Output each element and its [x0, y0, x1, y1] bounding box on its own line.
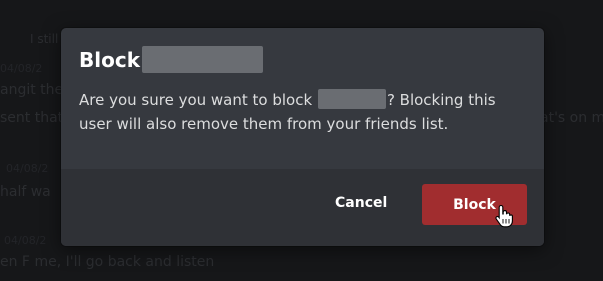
hand-pointer-cursor-icon	[495, 204, 513, 228]
modal-footer: Cancel Block	[61, 169, 544, 246]
cancel-button[interactable]: Cancel	[335, 195, 387, 211]
modal-message-part1: Are you sure you want to block	[79, 91, 313, 109]
redacted-username	[142, 46, 263, 73]
redacted-username-inline	[317, 89, 386, 109]
block-user-modal: Block Are you sure you want to block ? B…	[61, 28, 544, 246]
modal-message: Are you sure you want to block ? Blockin…	[79, 88, 529, 136]
modal-title-text: Block	[79, 47, 140, 72]
modal-title: Block	[79, 46, 263, 73]
